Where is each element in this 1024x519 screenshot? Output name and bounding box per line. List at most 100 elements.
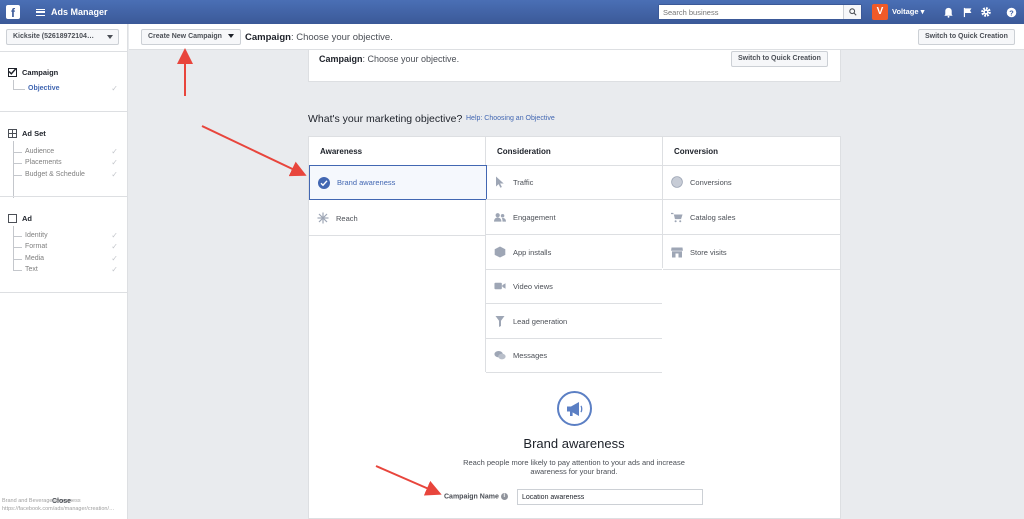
objective-conversions[interactable]: Conversions xyxy=(663,165,841,200)
hamburger-menu-icon[interactable] xyxy=(36,8,45,16)
account-switcher[interactable]: Voltage ▾ xyxy=(892,7,924,16)
objective-label: Reach xyxy=(336,213,358,223)
caret-down-icon xyxy=(107,35,113,39)
objective-lead-generation[interactable]: Lead generation xyxy=(486,304,662,339)
campaign-name-label: Campaign Name i xyxy=(444,493,508,500)
app-title[interactable]: Ads Manager xyxy=(51,7,108,17)
sidebar-item-text[interactable]: Text xyxy=(25,266,38,273)
objective-traffic[interactable]: Traffic xyxy=(486,165,662,200)
objective-catalog-sales[interactable]: Catalog sales xyxy=(663,200,841,235)
status-line-2: https://facebook.com/ads/manager/creatio… xyxy=(2,506,115,512)
tree-line xyxy=(13,152,22,153)
shopping-cart-icon xyxy=(671,211,683,223)
tree-line xyxy=(13,247,22,248)
objective-label: Engagement xyxy=(513,212,556,222)
objective-app-installs[interactable]: App installs xyxy=(486,235,662,270)
column-header-consideration: Consideration xyxy=(486,137,662,166)
caret-down-icon xyxy=(227,34,234,39)
objective-reach[interactable]: Reach xyxy=(309,201,485,236)
card-switch-to-quick-creation-button[interactable]: Switch to Quick Creation xyxy=(731,51,828,67)
flag-icon[interactable] xyxy=(960,5,974,19)
notifications-bell-icon[interactable] xyxy=(941,5,955,19)
video-camera-icon xyxy=(494,280,506,292)
checkmark-icon: ✓ xyxy=(111,147,118,156)
help-choosing-objective-link[interactable]: Help: Choosing an Objective xyxy=(466,115,555,122)
checkmark-icon: ✓ xyxy=(111,231,118,240)
objective-label: Store visits xyxy=(690,247,727,257)
tree-line xyxy=(13,163,22,164)
cursor-icon xyxy=(494,176,506,188)
tree-line xyxy=(13,175,22,176)
card-title-rest: : Choose your objective. xyxy=(362,54,460,64)
sidebar-section-ad[interactable]: Ad xyxy=(8,214,32,223)
selected-objective-description: Reach people more likely to pay attentio… xyxy=(463,458,685,476)
divider xyxy=(0,292,128,293)
sidebar-item-identity[interactable]: Identity xyxy=(25,232,48,239)
sidebar-item-audience[interactable]: Audience xyxy=(25,148,54,155)
card-title-bold: Campaign xyxy=(319,54,363,64)
campaign-name-input[interactable] xyxy=(517,489,703,505)
objective-engagement[interactable]: Engagement xyxy=(486,200,662,235)
column-header-awareness: Awareness xyxy=(309,137,485,166)
divider xyxy=(0,51,128,52)
ad-square-icon xyxy=(8,214,17,223)
browser-status-url: Brand and Beverage awareness https://face… xyxy=(2,497,322,513)
business-search xyxy=(658,4,862,20)
facebook-logo-icon[interactable]: f xyxy=(6,5,20,20)
settings-gear-icon[interactable] xyxy=(979,5,993,19)
tree-line xyxy=(13,259,22,260)
subheader-title-bold: Campaign xyxy=(245,32,291,43)
create-new-campaign-button[interactable]: Create New Campaign xyxy=(141,29,241,45)
search-button[interactable] xyxy=(843,5,861,19)
ad-set-grid-icon xyxy=(8,129,17,138)
subheader-title: Campaign: Choose your objective. xyxy=(245,32,393,43)
reach-icon xyxy=(317,212,329,224)
ad-account-select[interactable]: Kicksite (526189721​04… xyxy=(6,29,119,45)
search-input[interactable] xyxy=(659,5,843,19)
sidebar-section-title: Ad xyxy=(22,214,32,223)
close-button[interactable]: Close xyxy=(52,498,71,505)
objective-label: App installs xyxy=(513,247,552,257)
checkmark-icon: ✓ xyxy=(111,265,118,274)
sidebar-item-objective[interactable]: Objective xyxy=(28,85,60,92)
sidebar-item-media[interactable]: Media xyxy=(25,255,44,262)
search-icon xyxy=(848,8,857,16)
switch-to-quick-creation-button[interactable]: Switch to Quick Creation xyxy=(918,29,1015,45)
objective-brand-awareness[interactable]: Brand awareness xyxy=(309,165,487,200)
objective-label: Brand awareness xyxy=(337,178,396,187)
divider xyxy=(0,111,128,112)
account-name: Voltage xyxy=(892,7,919,16)
objective-video-views[interactable]: Video views xyxy=(486,269,662,304)
app-box-icon xyxy=(494,246,506,258)
tree-line xyxy=(13,80,14,89)
subheader-title-rest: : Choose your objective. xyxy=(290,32,393,43)
create-new-campaign-label: Create New Campaign xyxy=(148,33,222,40)
objective-label: Traffic xyxy=(513,177,534,187)
info-icon[interactable]: i xyxy=(500,493,508,500)
checkbox-checked-icon xyxy=(8,68,17,77)
objective-label: Video views xyxy=(513,281,553,291)
objective-store-visits[interactable]: Store visits xyxy=(663,235,841,270)
tree-line xyxy=(13,236,22,237)
selected-objective-title: Brand awareness xyxy=(523,436,625,451)
checkmark-icon: ✓ xyxy=(111,84,118,93)
sidebar-item-placements[interactable]: Placements xyxy=(25,159,62,166)
account-avatar[interactable]: V xyxy=(872,4,888,20)
card-title: Campaign: Choose your objective. xyxy=(319,54,459,64)
people-icon xyxy=(494,211,506,223)
tree-line xyxy=(13,270,22,271)
objective-label: Messages xyxy=(513,350,548,360)
objective-label: Catalog sales xyxy=(690,212,736,222)
sidebar-section-title: Ad Set xyxy=(22,129,46,138)
sidebar-section-ad-set[interactable]: Ad Set xyxy=(8,129,46,138)
sidebar-item-format[interactable]: Format xyxy=(25,243,47,250)
sidebar-section-campaign[interactable]: Campaign xyxy=(8,68,58,77)
objective-messages[interactable]: Messages xyxy=(486,338,662,373)
help-icon[interactable]: ? xyxy=(1004,5,1018,19)
sidebar-item-budget-schedule[interactable]: Budget & Schedule xyxy=(25,171,85,178)
column-header-conversion: Conversion xyxy=(663,137,841,166)
annotation-arrow-brand-awareness xyxy=(201,125,307,177)
funnel-icon xyxy=(494,315,506,327)
chat-bubbles-icon xyxy=(494,349,506,361)
tree-line xyxy=(13,141,14,198)
